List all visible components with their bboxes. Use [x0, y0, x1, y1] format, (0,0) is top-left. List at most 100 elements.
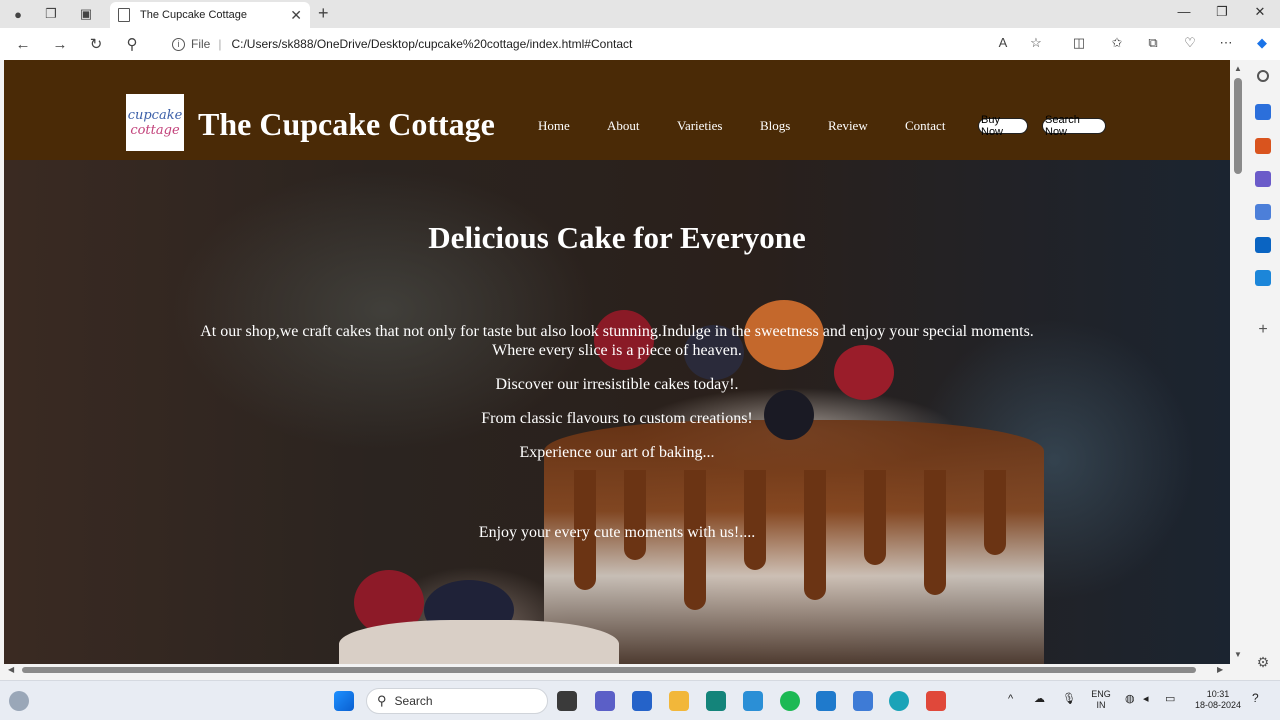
hero-paragraph-line-2: Where every slice is a piece of heaven.	[492, 342, 742, 359]
back-icon[interactable]: ←	[13, 34, 33, 54]
logo-text-bottom: cottage	[130, 122, 180, 138]
screen-recorder-icon[interactable]	[926, 691, 946, 711]
nav-contact[interactable]: Contact	[905, 118, 945, 134]
sidebar-drop-icon[interactable]	[1255, 270, 1271, 286]
start-icon[interactable]	[334, 691, 354, 711]
copilot-icon[interactable]: ◆	[1252, 35, 1272, 51]
sidebar-search-icon[interactable]	[1257, 70, 1269, 82]
windows-taskbar: ⚲ Search ^ ☁ 🎙 ENG IN ◍ ◂ ▭ 10:31 18-08-…	[0, 680, 1280, 720]
vertical-scrollbar[interactable]: ▲ ▼	[1230, 60, 1246, 664]
address-url: C:/Users/sk888/OneDrive/Desktop/cupcake%…	[231, 37, 633, 51]
onedrive-icon[interactable]: ☁	[1034, 694, 1045, 705]
vertical-scroll-thumb[interactable]	[1234, 78, 1242, 174]
spotify-icon[interactable]	[780, 691, 800, 711]
search-now-button[interactable]: Search Now	[1042, 114, 1106, 138]
sidebar-microsoft365-icon[interactable]	[1255, 204, 1271, 220]
edge-dev-icon[interactable]	[743, 691, 763, 711]
nav-about[interactable]: About	[607, 118, 640, 134]
buy-now-button[interactable]: Buy Now	[978, 114, 1028, 138]
hero-heading: Delicious Cake for Everyone	[428, 220, 806, 255]
clock[interactable]: 10:31 18-08-2024	[1190, 689, 1246, 711]
second-cake-decoration	[339, 620, 619, 664]
address-input[interactable]: i File | C:/Users/sk888/OneDrive/Desktop…	[160, 32, 1060, 56]
search-icon[interactable]: ⚲	[122, 34, 142, 54]
edge-browser-icon[interactable]	[889, 691, 909, 711]
hero-line-classic: From classic flavours to custom creation…	[481, 410, 753, 427]
language-indicator[interactable]: ENG IN	[1090, 689, 1112, 711]
read-aloud-icon[interactable]: A	[993, 35, 1013, 50]
volume-icon[interactable]: ◂	[1143, 694, 1149, 705]
favorite-star-icon[interactable]: ☆	[1026, 35, 1046, 51]
widgets-icon[interactable]	[9, 691, 29, 711]
tray-overflow-icon[interactable]: ^	[1008, 694, 1013, 705]
refresh-icon[interactable]: ↻	[86, 34, 106, 54]
info-icon[interactable]: i	[172, 37, 185, 51]
sidebar-settings-icon[interactable]: ⚙	[1255, 654, 1271, 670]
sidebar-tools-icon[interactable]	[1255, 138, 1271, 154]
sidebar-shopping-icon[interactable]	[1255, 104, 1271, 120]
address-separator: |	[218, 37, 222, 51]
scroll-left-arrow-icon[interactable]: ◀	[8, 665, 14, 674]
clock-time: 10:31	[1206, 689, 1230, 699]
snipping-tool-icon[interactable]	[706, 691, 726, 711]
sidebar-add-icon[interactable]: +	[1255, 322, 1271, 338]
address-prefix: File	[191, 37, 211, 51]
hero-section: Delicious Cake for Everyone At our shop,…	[4, 160, 1230, 664]
profile-icon[interactable]: ●	[9, 5, 27, 23]
nav-review[interactable]: Review	[828, 118, 868, 134]
tab-title: The Cupcake Cottage	[140, 9, 248, 21]
language-region: IN	[1096, 700, 1106, 710]
clock-date: 18-08-2024	[1194, 700, 1242, 710]
vscode-icon[interactable]	[816, 691, 836, 711]
taskbar-search-input[interactable]: ⚲ Search	[366, 688, 548, 714]
scroll-down-arrow-icon[interactable]: ▼	[1234, 650, 1242, 659]
site-header: cupcake cottage The Cupcake Cottage Home…	[4, 60, 1230, 160]
microphone-icon[interactable]: 🎙	[1062, 694, 1076, 705]
sidebar-outlook-icon[interactable]	[1255, 237, 1271, 253]
tab-actions-icon[interactable]: ▣	[77, 5, 95, 23]
nav-varieties[interactable]: Varieties	[677, 118, 722, 134]
hero-line-discover: Discover our irresistible cakes today!.	[495, 376, 739, 393]
workspaces-icon[interactable]: ❐	[42, 5, 60, 23]
notepad-icon[interactable]	[853, 691, 873, 711]
horizontal-scroll-thumb[interactable]	[22, 667, 1196, 673]
browser-tab[interactable]: The Cupcake Cottage ✕	[110, 2, 310, 28]
battery-icon[interactable]: ▭	[1165, 694, 1175, 705]
new-tab-button[interactable]: +	[318, 3, 329, 24]
nav-blogs[interactable]: Blogs	[760, 118, 790, 134]
favorites-icon[interactable]: ✩	[1107, 35, 1127, 51]
store-icon[interactable]	[632, 691, 652, 711]
window-close-icon[interactable]: ✕	[1245, 4, 1275, 20]
hero-line-experience: Experience our art of baking...	[519, 444, 715, 461]
address-toolbar: ← → ↻ ⚲ i File | C:/Users/sk888/OneDrive…	[0, 28, 1280, 60]
web-page: cupcake cottage The Cupcake Cottage Home…	[4, 60, 1230, 664]
split-screen-icon[interactable]: ◫	[1069, 35, 1089, 51]
maximize-icon[interactable]: ❐	[1207, 4, 1237, 20]
cake-drip	[744, 470, 766, 570]
edge-sidebar: + ⚙	[1246, 60, 1280, 680]
hero-paragraph-line-1: At our shop,we craft cakes that not only…	[200, 323, 1034, 340]
forward-icon[interactable]: →	[50, 34, 70, 54]
cake-drip	[864, 470, 886, 565]
search-icon: ⚲	[377, 693, 387, 708]
teams-icon[interactable]	[595, 691, 615, 711]
sidebar-games-icon[interactable]	[1255, 171, 1271, 187]
logo-text-top: cupcake	[127, 107, 183, 123]
nav-home[interactable]: Home	[538, 118, 570, 134]
file-explorer-icon[interactable]	[669, 691, 689, 711]
site-logo[interactable]: cupcake cottage	[126, 94, 184, 151]
scroll-up-arrow-icon[interactable]: ▲	[1234, 64, 1242, 73]
tab-close-icon[interactable]: ✕	[290, 7, 302, 24]
cake-drip	[624, 470, 646, 560]
more-options-icon[interactable]: ⋯	[1216, 35, 1236, 51]
minimize-icon[interactable]: —	[1169, 4, 1199, 19]
collections-icon[interactable]: ⧉	[1143, 35, 1163, 51]
taskbar-search-label: Search	[394, 694, 433, 708]
scroll-right-arrow-icon[interactable]: ▶	[1217, 665, 1223, 674]
network-icon[interactable]: ◍	[1125, 694, 1135, 705]
browser-essentials-icon[interactable]: ♡	[1180, 35, 1200, 51]
notifications-icon[interactable]: ?	[1252, 692, 1259, 704]
task-view-icon[interactable]	[557, 691, 577, 711]
horizontal-scrollbar[interactable]: ◀ ▶	[4, 664, 1230, 676]
browser-tab-bar: ● ❐ ▣ The Cupcake Cottage ✕ + — ❐ ✕	[0, 0, 1280, 28]
